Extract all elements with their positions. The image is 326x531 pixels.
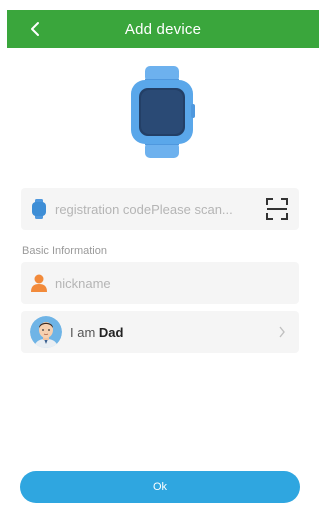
back-button[interactable] <box>23 16 47 42</box>
registration-field <box>21 188 299 230</box>
role-value: Dad <box>98 324 124 340</box>
registration-code-input[interactable] <box>55 201 264 217</box>
watch-icon <box>29 199 49 219</box>
role-selector[interactable]: I am Dad <box>21 311 299 353</box>
ok-button[interactable]: Ok <box>20 471 300 503</box>
dad-avatar <box>30 316 62 348</box>
page-title: Add device <box>124 20 202 38</box>
chevron-left-icon <box>31 22 39 36</box>
scan-button[interactable] <box>264 196 290 222</box>
chevron-right-icon <box>277 325 287 339</box>
role-prefix: I am <box>70 324 99 340</box>
app-header: Add device <box>7 10 319 48</box>
nickname-input[interactable] <box>55 275 299 291</box>
smartwatch-icon <box>131 66 195 158</box>
person-icon <box>29 273 49 293</box>
role-text: I am Dad <box>70 325 123 340</box>
device-image <box>129 66 195 158</box>
scan-frame-icon <box>266 198 288 220</box>
section-label-basic-information: Basic Information <box>22 245 107 257</box>
nickname-field <box>21 262 299 304</box>
